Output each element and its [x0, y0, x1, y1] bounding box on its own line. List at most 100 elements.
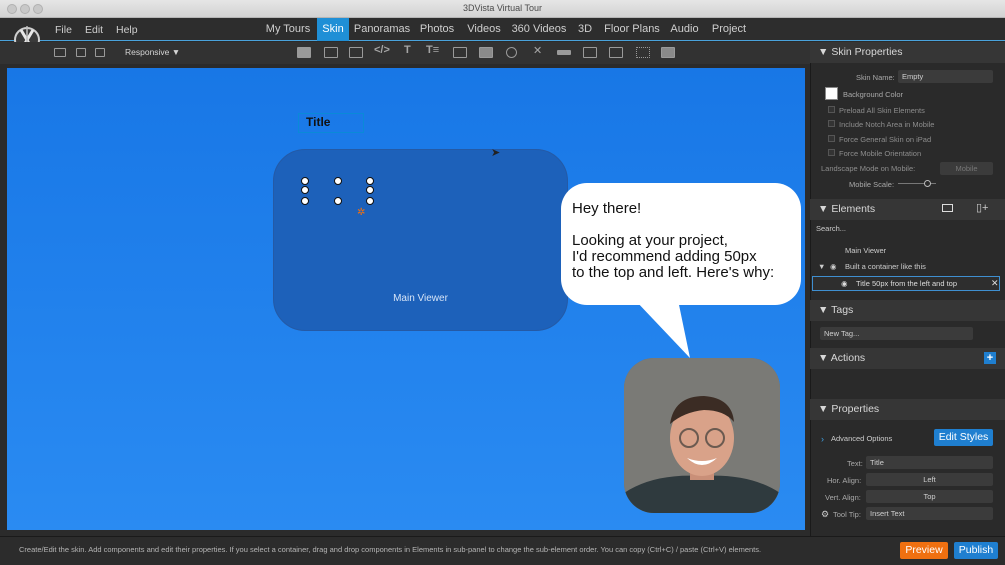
container-icon[interactable] [324, 47, 338, 58]
tab-skin[interactable]: Skin [317, 18, 349, 41]
menu-help[interactable]: Help [116, 24, 138, 36]
actions-title: Actions [830, 352, 866, 364]
tab-floor-plans[interactable]: Floor Plans [603, 18, 661, 41]
mobile-scale-knob[interactable] [923, 180, 931, 187]
tab-360-videos[interactable]: 360 Videos [510, 18, 568, 41]
notch-checkbox[interactable] [828, 120, 835, 127]
tab-3d[interactable]: 3D [574, 18, 596, 41]
resize-handle-tl[interactable] [301, 177, 309, 185]
resize-handle-tr[interactable] [366, 177, 374, 185]
window-title: 3DVista Virtual Tour [462, 3, 543, 13]
elements-title: Elements [831, 203, 876, 215]
landscape-label: Landscape Mode on Mobile: [821, 164, 916, 173]
mobile-add-icon[interactable]: ▯+ [976, 201, 988, 214]
image-button-icon[interactable] [479, 47, 493, 58]
close-icon[interactable]: ✕ [991, 278, 999, 289]
mobile-scale-label: Mobile Scale: [849, 180, 895, 189]
main-viewer-label: Main Viewer [393, 293, 448, 304]
tab-photos[interactable]: Photos [417, 18, 457, 41]
notch-label: Include Notch Area in Mobile [839, 120, 935, 129]
text-icon[interactable]: T [404, 44, 411, 56]
share-icon[interactable] [95, 48, 105, 57]
hor-align-select[interactable]: Left [866, 473, 993, 486]
frame-icon[interactable] [349, 47, 363, 58]
eye-icon[interactable]: ◉ [830, 262, 837, 271]
anchor-gear-icon[interactable]: ✲ [357, 207, 365, 218]
responsive-dropdown[interactable]: Responsive ▼ [125, 47, 180, 57]
slider-icon[interactable] [557, 50, 571, 55]
text-list-icon[interactable]: T≡ [426, 44, 439, 56]
resize-handle-br[interactable] [366, 197, 374, 205]
dropdown-component-icon[interactable] [609, 47, 623, 58]
tree-item-main-viewer[interactable]: Main Viewer [845, 246, 886, 255]
menu-file[interactable]: File [55, 24, 72, 36]
tags-title: Tags [831, 304, 854, 316]
gear-icon[interactable]: ⚙ [821, 509, 829, 520]
resize-handle-ml[interactable] [301, 186, 309, 194]
elements-search[interactable]: Search... [816, 224, 846, 233]
properties-header[interactable]: ▼ Properties [810, 399, 1005, 420]
menu-edit[interactable]: Edit [85, 24, 103, 36]
image-icon[interactable] [453, 47, 467, 58]
tooltip-field[interactable]: Insert Text [866, 507, 993, 520]
force-orientation-checkbox[interactable] [828, 149, 835, 156]
tab-audio[interactable]: Audio [667, 18, 702, 41]
vert-align-select[interactable]: Top [866, 490, 993, 503]
layout-icon[interactable] [54, 48, 66, 57]
speech-line: Hey there! [572, 200, 642, 217]
tree-item-container[interactable]: Built a container like this [845, 262, 926, 271]
mouse-pointer-icon: ➤ [491, 147, 501, 159]
rectangle-icon[interactable] [297, 47, 311, 58]
table-icon[interactable] [583, 47, 597, 58]
speech-line: to the top and left. Here's why: [572, 264, 775, 281]
vert-align-label: Vert. Align: [825, 493, 861, 502]
tab-videos[interactable]: Videos [463, 18, 505, 41]
chevron-right-icon[interactable]: › [821, 434, 824, 444]
advanced-options-link[interactable]: Advanced Options [831, 434, 892, 443]
grid-icon[interactable] [636, 47, 650, 58]
video-icon[interactable] [506, 47, 517, 58]
plus-icon[interactable]: + [984, 352, 996, 364]
force-orientation-label: Force Mobile Orientation [839, 149, 922, 158]
resize-handle-mr[interactable] [366, 186, 374, 194]
speech-line: I'd recommend adding 50px [572, 248, 757, 265]
title-element[interactable]: Title [306, 115, 330, 129]
new-tag-field[interactable]: New Tag... [820, 327, 973, 340]
skin-name-label: Skin Name: [856, 73, 895, 82]
save-icon[interactable] [76, 48, 86, 57]
publish-button[interactable]: Publish [954, 542, 998, 559]
tab-my-tours[interactable]: My Tours [262, 18, 314, 41]
status-text: Create/Edit the skin. Add components and… [19, 545, 762, 554]
eye-icon[interactable]: ◉ [841, 279, 848, 288]
preload-checkbox[interactable] [828, 106, 835, 113]
tab-panoramas[interactable]: Panoramas [352, 18, 412, 41]
speech-line: Looking at your project, [572, 232, 728, 249]
background-color-label: Background Color [843, 90, 904, 99]
skin-name-field[interactable]: Empty [898, 70, 993, 83]
speech-bubble: Hey there! Looking at your project, I'd … [561, 183, 801, 305]
main-viewer-container[interactable]: Main Viewer [273, 149, 568, 331]
tree-expand-icon[interactable]: ▼ [818, 262, 825, 271]
resize-handle-bl[interactable] [301, 197, 309, 205]
background-color-swatch[interactable] [825, 87, 838, 100]
force-general-checkbox[interactable] [828, 135, 835, 142]
skin-properties-title: Skin Properties [831, 46, 903, 58]
tab-project[interactable]: Project [708, 18, 750, 41]
close-icon[interactable]: ✕ [533, 44, 542, 57]
landscape-select[interactable]: Mobile [940, 162, 993, 175]
resize-handle-tm[interactable] [334, 177, 342, 185]
resize-handle-bm[interactable] [334, 197, 342, 205]
monitor-icon[interactable] [942, 204, 953, 212]
tags-header[interactable]: ▼ Tags [810, 300, 1005, 321]
skin-properties-header[interactable]: ▼ Skin Properties [810, 42, 1005, 63]
actions-header[interactable]: ▼ Actions [810, 348, 1005, 369]
tree-item-title[interactable]: Title 50px from the left and top [856, 279, 957, 288]
text-field[interactable]: Title [866, 456, 993, 469]
tooltip-label: Tool Tip: [833, 510, 861, 519]
more-icon[interactable] [661, 47, 675, 58]
preview-button[interactable]: Preview [900, 542, 948, 559]
edit-styles-button[interactable]: Edit Styles [934, 429, 993, 446]
code-icon[interactable]: </> [374, 44, 390, 56]
window-titlebar: 3DVista Virtual Tour [0, 0, 1005, 18]
preload-label: Preload All Skin Elements [839, 106, 925, 115]
